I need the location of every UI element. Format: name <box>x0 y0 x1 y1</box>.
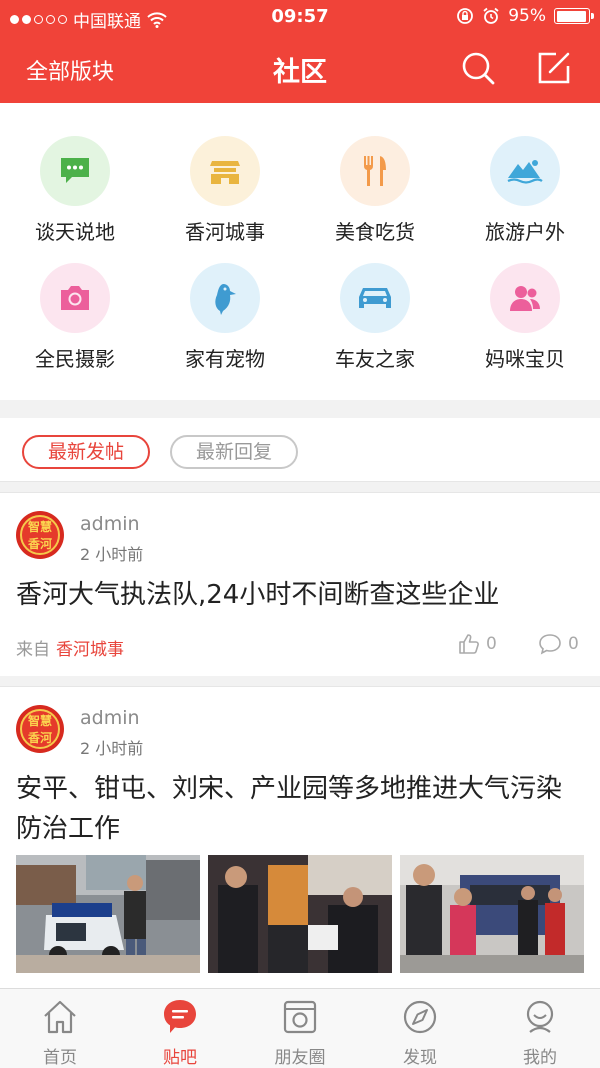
category-food[interactable]: 美食吃货 <box>300 136 450 256</box>
post-source: 来自 香河城事 <box>16 635 124 660</box>
user-icon <box>526 1000 554 1033</box>
bird-icon <box>215 284 236 315</box>
category-label: 香河城事 <box>185 220 265 244</box>
compose-icon <box>538 52 570 84</box>
category-icon-bg <box>190 263 260 333</box>
post-time: 2 小时前 <box>80 739 144 758</box>
message-bubble-icon <box>164 1000 196 1033</box>
post-title[interactable]: 安平、钳屯、刘宋、产业园等多地推进大气污染防治工作 <box>16 769 584 849</box>
category-label: 谈天说地 <box>35 220 115 244</box>
chat-icon <box>61 158 89 183</box>
category-icon-bg <box>490 136 560 206</box>
battery-icon <box>554 8 594 24</box>
tab-moments[interactable]: 朋友圈 <box>240 989 360 1068</box>
tab-discover[interactable]: 发现 <box>360 989 480 1068</box>
tab-label: 首页 <box>43 1048 77 1068</box>
post-title[interactable]: 香河大气执法队,24小时不间断查这些企业 <box>16 575 584 615</box>
post-filter-tabs: 最新发帖 最新回复 <box>0 418 600 482</box>
category-city[interactable]: 香河城事 <box>150 136 300 256</box>
post-images <box>16 855 584 975</box>
tab-label: 发现 <box>403 1048 437 1068</box>
category-icon-bg <box>190 136 260 206</box>
compass-icon <box>403 1000 437 1034</box>
search-button[interactable] <box>458 48 498 88</box>
like-count: 0 <box>486 634 497 654</box>
comment-count: 0 <box>568 634 579 654</box>
comment-button[interactable]: 0 <box>538 633 579 655</box>
post-time: 2 小时前 <box>80 545 144 564</box>
category-grid: 谈天说地 香河城事 美食吃货 旅游户外 全民摄影 家有宠物 车友之家 妈咪宝贝 <box>0 103 600 400</box>
comment-icon <box>539 634 561 655</box>
camera-frame-icon <box>283 1000 317 1034</box>
alarm-icon <box>483 7 499 24</box>
tab-forum[interactable]: 贴吧 <box>120 989 240 1068</box>
category-label: 家有宠物 <box>185 347 265 371</box>
category-pets[interactable]: 家有宠物 <box>150 263 300 383</box>
category-label: 妈咪宝贝 <box>485 347 565 371</box>
category-chat[interactable]: 谈天说地 <box>0 136 150 256</box>
category-icon-bg <box>40 263 110 333</box>
source-link[interactable]: 香河城事 <box>56 640 124 660</box>
post-card[interactable]: 智慧 香河 admin 2 小时前 安平、钳屯、刘宋、产业园等多地推进大气污染防治… <box>0 686 600 988</box>
bottom-tab-bar: 首页 贴吧 朋友圈 发现 我的 <box>0 988 600 1068</box>
avatar-logo: 智慧 香河 <box>20 515 60 555</box>
gate-icon <box>210 161 240 184</box>
rotation-lock-icon <box>457 8 474 24</box>
tab-latest-replies[interactable]: 最新回复 <box>170 435 298 469</box>
car-icon <box>359 288 391 308</box>
avatar[interactable]: 智慧 香河 <box>16 511 64 559</box>
category-travel[interactable]: 旅游户外 <box>450 136 600 256</box>
category-label: 旅游户外 <box>485 220 565 244</box>
nav-bar: 全部版块 社区 <box>0 40 600 96</box>
avatar-logo: 智慧 香河 <box>20 709 60 749</box>
like-button[interactable]: 0 <box>458 633 497 655</box>
tab-label: 我的 <box>523 1048 557 1068</box>
category-icon-bg <box>40 136 110 206</box>
status-bar: 中国联通 09:57 95% <box>0 0 600 34</box>
category-label: 美食吃货 <box>335 220 415 244</box>
all-sections-button[interactable]: 全部版块 <box>26 54 114 86</box>
tab-latest-posts[interactable]: 最新发帖 <box>22 435 150 469</box>
category-label: 车友之家 <box>335 347 415 371</box>
post-image[interactable] <box>208 855 392 973</box>
tab-home[interactable]: 首页 <box>0 989 120 1068</box>
battery-percent: 95% <box>508 6 546 26</box>
fork-knife-icon <box>363 156 386 186</box>
landscape-icon <box>507 160 543 184</box>
post-author[interactable]: admin <box>80 513 140 535</box>
compose-button[interactable] <box>534 48 574 88</box>
category-label: 全民摄影 <box>35 347 115 371</box>
people-icon <box>510 286 540 311</box>
header: 中国联通 09:57 95% 全部版块 社区 <box>0 0 600 103</box>
post-card[interactable]: 智慧 香河 admin 2 小时前 香河大气执法队,24小时不间断查这些企业 来自… <box>0 492 600 676</box>
thumbs-up-icon <box>459 634 479 654</box>
source-prefix: 来自 <box>16 640 50 660</box>
tab-label: 朋友圈 <box>274 1048 326 1068</box>
category-icon-bg <box>490 263 560 333</box>
camera-icon <box>61 286 89 310</box>
post-author[interactable]: admin <box>80 707 140 729</box>
category-icon-bg <box>340 136 410 206</box>
category-photo[interactable]: 全民摄影 <box>0 263 150 383</box>
post-image[interactable] <box>16 855 200 973</box>
tab-label: 贴吧 <box>163 1048 197 1068</box>
search-icon <box>462 52 495 85</box>
tab-profile[interactable]: 我的 <box>480 989 600 1068</box>
post-image[interactable] <box>400 855 584 973</box>
home-icon <box>44 1000 76 1034</box>
category-cars[interactable]: 车友之家 <box>300 263 450 383</box>
avatar[interactable]: 智慧 香河 <box>16 705 64 753</box>
category-baby[interactable]: 妈咪宝贝 <box>450 263 600 383</box>
category-icon-bg <box>340 263 410 333</box>
